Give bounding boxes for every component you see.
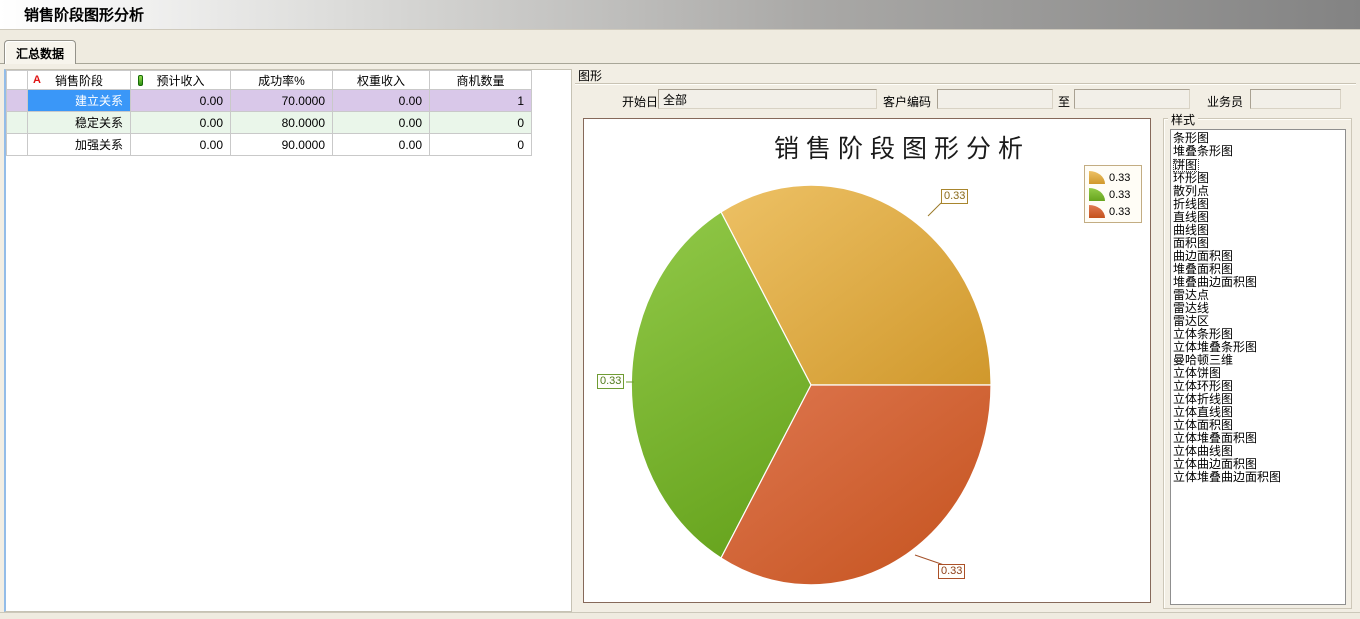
summary-grid-panel: A 销售阶段 预计收入 成功率% 权重收入 商机数量 建立关系 0.00 70.… [4,69,572,612]
success-rate-cell[interactable]: 80.0000 [231,112,333,134]
data-label-red: 0.33 [938,564,965,579]
legend-swatch-red-icon [1089,205,1105,218]
row-indicator-header [7,71,28,90]
group-separator [575,83,1356,84]
data-label-orange: 0.33 [941,189,968,204]
table-row[interactable]: 建立关系 0.00 70.0000 0.00 1 [7,90,532,112]
stage-cell[interactable]: 稳定关系 [28,112,131,134]
window-title-bar: 销售阶段图形分析 [0,0,1360,30]
column-header-expected-income[interactable]: 预计收入 [131,71,231,90]
chart-style-listbox[interactable]: 条形图 堆叠条形图 饼图 环形图 散列点 折线图 直线图 曲线图 面积图 曲边面… [1170,129,1346,605]
style-option[interactable]: 堆叠条形图 [1173,145,1345,158]
row-indicator-cell[interactable] [7,90,28,112]
stage-cell[interactable]: 加强关系 [28,134,131,156]
customer-code-from-input[interactable] [937,89,1053,109]
style-group-label: 样式 [1168,111,1198,128]
weighted-income-cell[interactable]: 0.00 [333,90,430,112]
data-label-green: 0.33 [597,374,624,389]
expected-income-cell[interactable]: 0.00 [131,134,231,156]
opportunity-count-cell[interactable]: 1 [430,90,532,112]
chart-legend: 0.33 0.33 0.33 [1084,165,1142,223]
table-row[interactable]: 加强关系 0.00 90.0000 0.00 0 [7,134,532,156]
customer-code-label: 客户编码 [883,93,931,110]
style-group: 样式 条形图 堆叠条形图 饼图 环形图 散列点 折线图 直线图 曲线图 面积图 … [1163,111,1352,609]
legend-swatch-orange-icon [1089,171,1105,184]
table-header-row: A 销售阶段 预计收入 成功率% 权重收入 商机数量 [7,71,532,90]
weighted-income-cell[interactable]: 0.00 [333,112,430,134]
sales-stage-table: A 销售阶段 预计收入 成功率% 权重收入 商机数量 建立关系 0.00 70.… [6,70,532,156]
customer-code-to-input[interactable] [1074,89,1190,109]
callout-line-orange [928,203,941,216]
style-option[interactable]: 立体堆叠曲边面积图 [1173,471,1345,484]
success-rate-cell[interactable]: 70.0000 [231,90,333,112]
weighted-income-cell[interactable]: 0.00 [333,134,430,156]
graph-panel: 图形 开始日期 客户编码 至 业务员 [575,67,1356,613]
salesman-input[interactable] [1250,89,1341,109]
expected-income-cell[interactable]: 0.00 [131,112,231,134]
opportunity-count-cell[interactable]: 0 [430,134,532,156]
main-content: A 销售阶段 预计收入 成功率% 权重收入 商机数量 建立关系 0.00 70.… [0,63,1360,612]
legend-item: 0.33 [1089,205,1137,218]
bottom-strip [0,612,1360,619]
row-indicator-cell[interactable] [7,112,28,134]
column-header-success-rate[interactable]: 成功率% [231,71,333,90]
tab-strip: 汇总数据 [0,30,1360,63]
sort-ascending-icon: A [33,74,41,86]
pie-chart [584,119,1152,604]
to-label: 至 [1058,93,1070,110]
graph-group-label: 图形 [578,67,602,84]
legend-item: 0.33 [1089,188,1137,201]
table-row[interactable]: 稳定关系 0.00 80.0000 0.00 0 [7,112,532,134]
chart-area: 销售阶段图形分析 0.33 0.33 0.33 0.33 0.33 0.33 [583,118,1151,603]
stage-cell[interactable]: 建立关系 [28,90,131,112]
opportunity-count-cell[interactable]: 0 [430,112,532,134]
column-header-weighted-income[interactable]: 权重收入 [333,71,430,90]
legend-item: 0.33 [1089,171,1137,184]
legend-swatch-green-icon [1089,188,1105,201]
page-title: 销售阶段图形分析 [0,4,144,25]
tab-summary-data[interactable]: 汇总数据 [4,40,76,64]
column-header-stage[interactable]: A 销售阶段 [28,71,131,90]
start-date-combo[interactable] [658,89,877,109]
salesman-label: 业务员 [1207,93,1243,110]
chart-title: 销售阶段图形分析 [654,129,1150,165]
filter-indicator-icon [138,75,143,86]
column-header-opportunity-count[interactable]: 商机数量 [430,71,532,90]
success-rate-cell[interactable]: 90.0000 [231,134,333,156]
row-indicator-cell[interactable] [7,134,28,156]
expected-income-cell[interactable]: 0.00 [131,90,231,112]
